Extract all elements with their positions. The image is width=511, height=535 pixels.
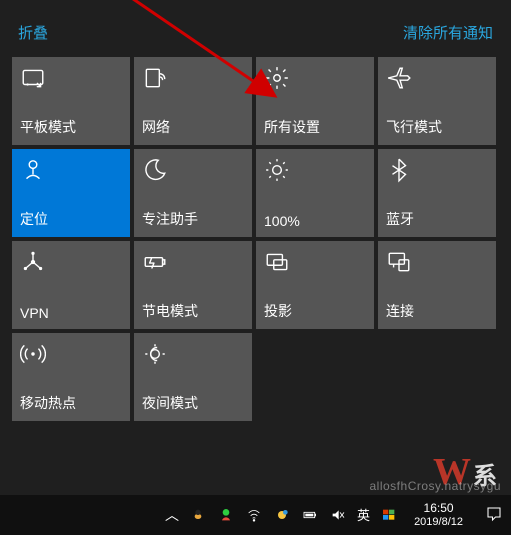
bluetooth-icon <box>386 157 414 185</box>
quick-action-label: 节电模式 <box>142 301 198 321</box>
project-icon <box>264 249 292 277</box>
tray-overflow-chevron[interactable]: ︿ <box>165 505 179 525</box>
quick-action-label: 网络 <box>142 117 170 137</box>
quick-actions-grid: 平板模式 网络 所有设置 飞行模式定位 专注助手 100% 蓝牙 VPN 节电模式 投影 连接移动热… <box>10 57 501 421</box>
action-center-header: 折叠 清除所有通知 <box>10 0 501 57</box>
tablet-icon <box>20 65 48 93</box>
tray-app-icon-3[interactable] <box>273 506 291 524</box>
network-icon <box>142 65 170 93</box>
vpn-icon <box>20 249 48 277</box>
quick-action-nightlight[interactable]: 夜间模式 <box>134 333 252 421</box>
taskbar: ︿ 英 16:50 2019/8/ <box>0 495 511 535</box>
quick-action-settings[interactable]: 所有设置 <box>256 57 374 145</box>
quick-action-label: VPN <box>20 305 49 321</box>
quick-action-hotspot[interactable]: 移动热点 <box>12 333 130 421</box>
clear-all-link[interactable]: 清除所有通知 <box>403 22 493 43</box>
taskbar-clock[interactable]: 16:50 2019/8/12 <box>414 501 463 529</box>
quick-action-location[interactable]: 定位 <box>12 149 130 237</box>
nightlight-icon <box>142 341 170 369</box>
quick-action-label: 100% <box>264 213 300 229</box>
brightness-icon <box>264 157 292 185</box>
moon-icon <box>142 157 170 185</box>
quick-action-label: 飞行模式 <box>386 117 442 137</box>
quick-action-tablet[interactable]: 平板模式 <box>12 57 130 145</box>
quick-action-moon[interactable]: 专注助手 <box>134 149 252 237</box>
quick-action-bluetooth[interactable]: 蓝牙 <box>378 149 496 237</box>
settings-icon <box>264 65 292 93</box>
quick-action-label: 平板模式 <box>20 117 76 137</box>
connect-icon <box>386 249 414 277</box>
quick-action-label: 专注助手 <box>142 209 198 229</box>
system-tray: ︿ 英 16:50 2019/8/ <box>165 501 505 529</box>
quick-action-vpn[interactable]: VPN <box>12 241 130 329</box>
volume-tray-icon[interactable] <box>329 506 347 524</box>
quick-action-label: 定位 <box>20 209 48 229</box>
quick-action-battery[interactable]: 节电模式 <box>134 241 252 329</box>
quick-action-label: 夜间模式 <box>142 393 198 413</box>
battery-tray-icon[interactable] <box>301 506 319 524</box>
quick-action-label: 连接 <box>386 301 414 321</box>
quick-action-label: 蓝牙 <box>386 209 414 229</box>
airplane-icon <box>386 65 414 93</box>
hotspot-icon <box>20 341 48 369</box>
quick-action-project[interactable]: 投影 <box>256 241 374 329</box>
quick-action-connect[interactable]: 连接 <box>378 241 496 329</box>
quick-action-network[interactable]: 网络 <box>134 57 252 145</box>
quick-action-brightness[interactable]: 100% <box>256 149 374 237</box>
action-center-tray-icon[interactable] <box>485 505 505 525</box>
quick-action-label: 投影 <box>264 301 292 321</box>
action-center-panel: 折叠 清除所有通知 平板模式 网络 所有设置 飞行模式定位 专注助手 100% 蓝牙 VPN 节… <box>10 0 501 495</box>
location-icon <box>20 157 48 185</box>
quick-action-label: 所有设置 <box>264 117 320 137</box>
wifi-tray-icon[interactable] <box>245 506 263 524</box>
windows-flag-icon[interactable] <box>380 506 398 524</box>
tray-app-icon-2[interactable] <box>217 506 235 524</box>
battery-icon <box>142 249 170 277</box>
quick-action-label: 移动热点 <box>20 393 76 413</box>
ime-tray-icon[interactable]: 英 <box>357 506 370 524</box>
quick-action-airplane[interactable]: 飞行模式 <box>378 57 496 145</box>
collapse-link[interactable]: 折叠 <box>18 22 48 43</box>
tray-app-icon-1[interactable] <box>189 506 207 524</box>
